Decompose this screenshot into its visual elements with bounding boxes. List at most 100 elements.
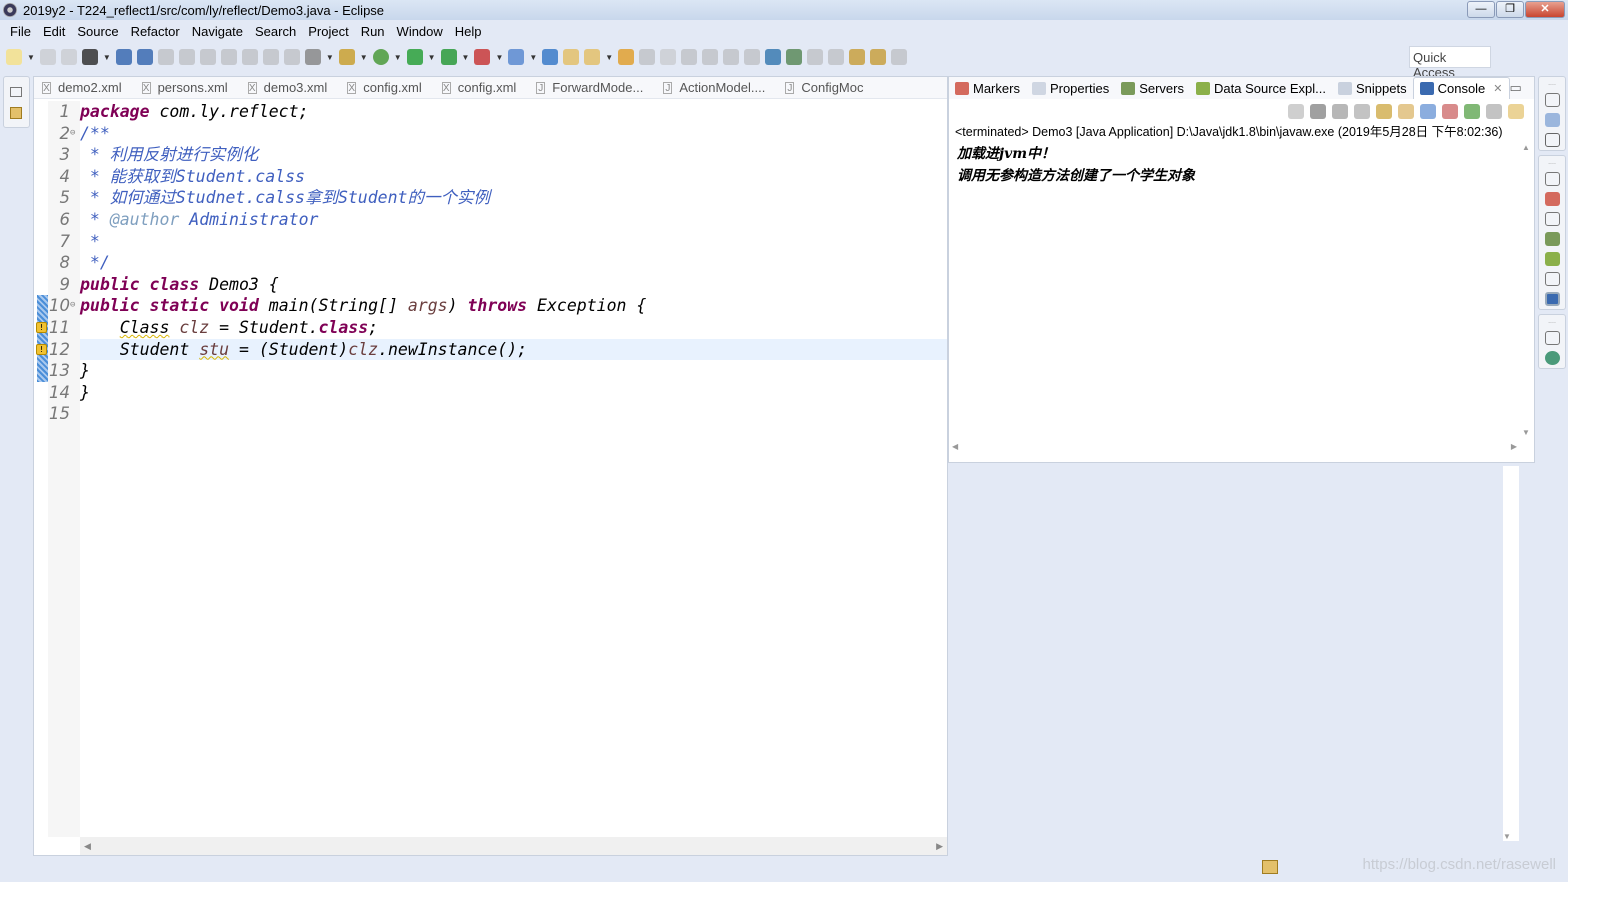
display-console-icon[interactable] bbox=[1486, 103, 1502, 119]
restore-icon[interactable] bbox=[10, 87, 22, 97]
minimize-view-icon[interactable]: ▭ bbox=[1510, 80, 1522, 96]
outline-icon[interactable] bbox=[1544, 113, 1560, 127]
warning-icon[interactable]: ! bbox=[36, 343, 47, 355]
minimize-button[interactable]: — bbox=[1467, 1, 1495, 18]
console-output[interactable]: 加载进jvm中！ 调用无参构造方法创建了一个学生对象 bbox=[957, 143, 1195, 187]
fold-toggle-icon[interactable]: ⊖ bbox=[70, 123, 75, 145]
menu-file[interactable]: File bbox=[4, 24, 37, 39]
markers-icon[interactable] bbox=[1544, 192, 1560, 206]
code-area[interactable]: 1 package com.ly.reflect; 2 ⊖/** 3 * 利用反射进行实… bbox=[34, 101, 947, 837]
restore-button[interactable]: ❐ bbox=[1496, 1, 1524, 18]
terminate-icon[interactable] bbox=[1288, 103, 1304, 119]
dropdown-arrow-icon[interactable]: ▼ bbox=[495, 53, 503, 62]
toolbar-button-icon[interactable] bbox=[406, 49, 423, 65]
toolbar-button-icon[interactable] bbox=[870, 49, 887, 65]
toolbar-button-icon[interactable] bbox=[563, 49, 580, 65]
dropdown-arrow-icon[interactable]: ▼ bbox=[605, 53, 613, 62]
dropdown-arrow-icon[interactable]: ▼ bbox=[529, 53, 537, 62]
menu-navigate[interactable]: Navigate bbox=[186, 24, 249, 39]
toolbar-button-icon[interactable] bbox=[786, 49, 803, 65]
dropdown-arrow-icon[interactable]: ▼ bbox=[27, 53, 35, 62]
restore-icon[interactable] bbox=[1544, 172, 1560, 186]
toolbar-button-icon[interactable] bbox=[6, 49, 22, 65]
toolbar-button-icon[interactable] bbox=[39, 49, 56, 65]
servers-icon[interactable] bbox=[1544, 232, 1560, 246]
toolbar-button-icon[interactable] bbox=[199, 49, 216, 65]
toolbar-button-icon[interactable] bbox=[81, 49, 98, 65]
fold-toggle-icon[interactable]: ⊖ bbox=[70, 295, 75, 317]
toolbar-button-icon[interactable] bbox=[723, 49, 740, 65]
toolbar-button-icon[interactable] bbox=[241, 49, 258, 65]
view-tab-console[interactable]: Console ✕ bbox=[1412, 77, 1510, 99]
restore-icon[interactable] bbox=[1544, 93, 1560, 107]
dropdown-arrow-icon[interactable]: ▼ bbox=[428, 53, 436, 62]
view-tab-markers[interactable]: Markers bbox=[949, 77, 1026, 99]
view-tab-servers[interactable]: Servers bbox=[1115, 77, 1190, 99]
toolbar-button-icon[interactable] bbox=[849, 49, 866, 65]
toolbar-button-icon[interactable] bbox=[304, 49, 321, 65]
toolbar-button-icon[interactable] bbox=[338, 49, 355, 65]
toolbar-button-icon[interactable] bbox=[807, 49, 824, 65]
properties-icon[interactable] bbox=[1544, 212, 1560, 226]
editor-tab[interactable]: J ForwardMode... bbox=[528, 80, 655, 95]
toolbar-button-icon[interactable] bbox=[639, 49, 656, 65]
toolbar-button-icon[interactable] bbox=[372, 49, 389, 65]
toolbar-button-icon[interactable] bbox=[262, 49, 279, 65]
snippets-icon[interactable] bbox=[1544, 272, 1560, 286]
toolbar-button-icon[interactable] bbox=[891, 49, 908, 65]
toolbar-button-icon[interactable] bbox=[440, 49, 457, 65]
warning-icon[interactable]: ! bbox=[36, 322, 47, 333]
toolbar-button-icon[interactable] bbox=[702, 49, 719, 65]
console-vertical-scrollbar[interactable]: ▲ ▼ bbox=[1518, 143, 1534, 443]
dropdown-arrow-icon[interactable]: ▼ bbox=[360, 53, 368, 62]
word-wrap-icon[interactable] bbox=[1398, 103, 1414, 119]
menu-help[interactable]: Help bbox=[449, 24, 488, 39]
pin-console-icon[interactable] bbox=[1464, 103, 1480, 119]
toolbar-button-icon[interactable] bbox=[660, 49, 677, 65]
editor-tab[interactable]: Xconfig.xml bbox=[434, 80, 529, 95]
editor-tab[interactable]: Xconfig.xml bbox=[339, 80, 434, 95]
menu-refactor[interactable]: Refactor bbox=[125, 24, 186, 39]
quick-access-input[interactable]: Quick Access bbox=[1409, 46, 1491, 80]
editor-tab[interactable]: J ActionModel.... bbox=[655, 80, 777, 95]
console-horizontal-scrollbar[interactable]: ◀ ▶ bbox=[952, 442, 1517, 458]
menu-source[interactable]: Source bbox=[71, 24, 124, 39]
dropdown-arrow-icon[interactable]: ▼ bbox=[394, 53, 402, 62]
toolbar-button-icon[interactable] bbox=[474, 49, 491, 65]
editor-tab[interactable]: Xdemo3.xml bbox=[240, 80, 340, 95]
menu-window[interactable]: Window bbox=[391, 24, 449, 39]
toolbar-button-icon[interactable] bbox=[283, 49, 300, 65]
toolbar-button-icon[interactable] bbox=[765, 49, 782, 65]
toolbar-button-icon[interactable] bbox=[618, 49, 635, 65]
toolbar-button-icon[interactable] bbox=[508, 49, 525, 65]
editor-tab[interactable]: J ConfigMoc bbox=[777, 80, 875, 95]
toolbar-button-icon[interactable] bbox=[115, 49, 132, 65]
menu-search[interactable]: Search bbox=[249, 24, 302, 39]
toolbar-button-icon[interactable] bbox=[60, 49, 77, 65]
close-button[interactable]: ✕ bbox=[1525, 1, 1565, 18]
toolbar-button-icon[interactable] bbox=[828, 49, 845, 65]
editor-vertical-scrollbar[interactable]: ▼ bbox=[1503, 466, 1519, 841]
toolbar-button-icon[interactable] bbox=[157, 49, 174, 65]
toolbar-button-icon[interactable] bbox=[178, 49, 195, 65]
show-on-stderr-icon[interactable] bbox=[1442, 103, 1458, 119]
package-explorer-icon[interactable] bbox=[10, 107, 22, 119]
toolbar-button-icon[interactable] bbox=[542, 49, 559, 65]
show-on-stdout-icon[interactable] bbox=[1420, 103, 1436, 119]
progress-icon[interactable] bbox=[1262, 860, 1278, 874]
toolbar-button-icon[interactable] bbox=[744, 49, 761, 65]
scroll-lock-icon[interactable] bbox=[1376, 103, 1392, 119]
editor-tab[interactable]: Xpersons.xml bbox=[134, 80, 240, 95]
menu-run[interactable]: Run bbox=[355, 24, 391, 39]
task-list-icon[interactable] bbox=[1544, 133, 1560, 147]
data-source-icon[interactable] bbox=[1544, 252, 1560, 266]
remove-launch-icon[interactable] bbox=[1310, 103, 1326, 119]
view-tab-properties[interactable]: Properties bbox=[1026, 77, 1115, 99]
toolbar-button-icon[interactable] bbox=[681, 49, 698, 65]
dropdown-arrow-icon[interactable]: ▼ bbox=[462, 53, 470, 62]
editor-tab[interactable]: Xdemo2.xml bbox=[34, 80, 134, 95]
restore-icon[interactable] bbox=[1544, 331, 1560, 345]
close-tab-icon[interactable]: ✕ bbox=[1493, 82, 1502, 95]
menu-project[interactable]: Project bbox=[302, 24, 354, 39]
editor-horizontal-scrollbar[interactable]: ◀ ▶ bbox=[80, 837, 947, 855]
